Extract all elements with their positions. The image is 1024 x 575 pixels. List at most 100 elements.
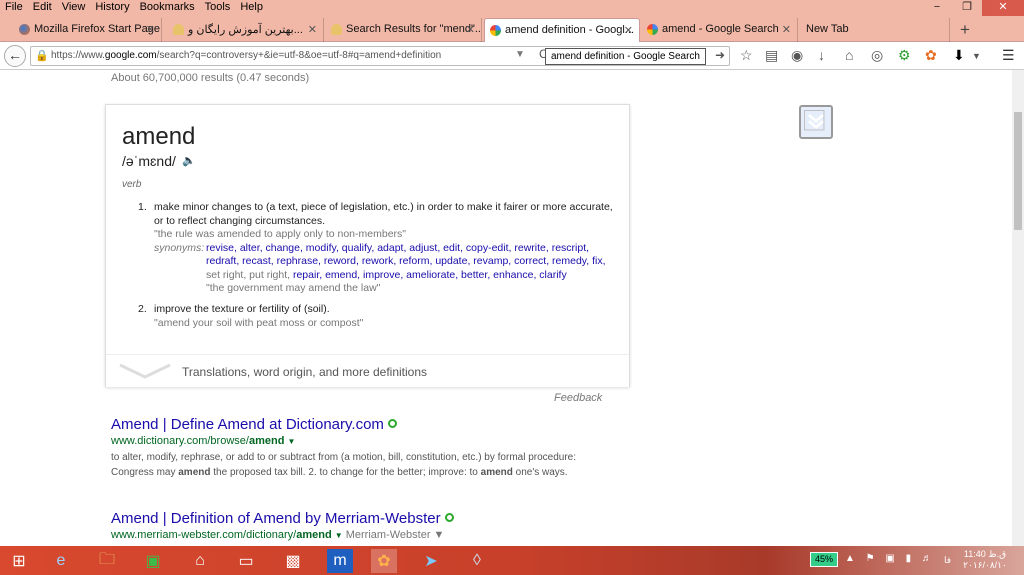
document-icon[interactable]: ▭ xyxy=(233,549,259,573)
result-url: www.merriam-webster.com/dictionary/amend… xyxy=(111,529,445,541)
back-button[interactable]: ← xyxy=(4,45,26,67)
tab-label: New Tab xyxy=(806,23,849,35)
home-icon[interactable]: ⌂ xyxy=(845,47,853,63)
dropdown-arrow-icon[interactable]: ▼ xyxy=(515,49,525,60)
close-icon[interactable]: ✕ xyxy=(308,23,317,36)
more-definitions-bar[interactable]: Translations, word origin, and more defi… xyxy=(106,354,629,387)
menu-view[interactable]: View xyxy=(57,0,91,16)
home-icon[interactable]: ⌂ xyxy=(187,549,213,573)
result-snippet: to alter, modify, rephrase, or add to or… xyxy=(111,452,577,478)
monitor-icon[interactable]: ▩ xyxy=(280,549,306,573)
result-title[interactable]: Amend | Definition of Amend by Merriam-W… xyxy=(111,510,454,527)
definition-example: "amend your soil with peat moss or compo… xyxy=(154,316,364,329)
telegram-icon[interactable]: ➤ xyxy=(418,549,444,573)
menu-help[interactable]: Help xyxy=(235,0,268,16)
tab-label: Mozilla Firefox Start Page xyxy=(34,23,160,35)
result-url: www.dictionary.com/browse/amend ▼ xyxy=(111,435,296,447)
synonyms-label: synonyms: xyxy=(154,241,205,254)
page-content: About 60,700,000 results (0.47 seconds) … xyxy=(0,70,1012,546)
tab-amend-search[interactable]: amend - Google Search ✕ xyxy=(642,18,798,42)
firefox-icon[interactable]: ✿ xyxy=(371,549,397,573)
verified-icon xyxy=(444,513,454,522)
chevron-down-icon[interactable] xyxy=(118,361,172,381)
windows-start-icon[interactable]: ⊞ xyxy=(6,549,32,573)
taskbar: ⊞ e 🗀 ▣ ⌂ ▭ ▩ m ✿ ➤ ◊ 45% ▲ ⚑ ▣ ▮ ♬ فا 1… xyxy=(0,546,1024,575)
tab-label: amend - Google Search xyxy=(662,23,779,35)
internet-explorer-icon[interactable]: e xyxy=(48,549,74,573)
menu-icon[interactable]: ☰ xyxy=(1002,47,1015,64)
definition-text: improve the texture or fertility of (soi… xyxy=(154,303,330,315)
result-stats: About 60,700,000 results (0.47 seconds) xyxy=(111,72,310,84)
menu-file[interactable]: File xyxy=(0,0,28,16)
tab-search-results[interactable]: Search Results for "mend"... ✕ xyxy=(326,18,482,42)
result-title[interactable]: Amend | Define Amend at Dictionary.com xyxy=(111,416,601,433)
synonyms-plain: set right, put right, xyxy=(206,268,291,281)
close-window-button[interactable]: ✕ xyxy=(982,0,1024,16)
definition-example: "the rule was amended to apply only to n… xyxy=(154,228,407,240)
window-controls: − ❐ ✕ xyxy=(922,0,1024,16)
go-arrow-icon[interactable]: ➜ xyxy=(715,48,725,62)
store-icon[interactable]: ▣ xyxy=(140,549,166,573)
minimize-button[interactable]: − xyxy=(922,0,952,16)
tab-persian-site[interactable]: بهترین آموزش رایگان و... ✕ xyxy=(168,18,324,42)
dictionary-card: amend /əˈmɛnd/ 🔈 verb 1. make minor chan… xyxy=(105,104,630,387)
download-arrow-icon[interactable]: ↓ xyxy=(818,47,825,63)
system-tray-icons[interactable]: ▲ ⚑ ▣ ▮ ♬ xyxy=(845,553,936,564)
menu-history[interactable]: History xyxy=(90,0,134,16)
tab-label: بهترین آموزش رایگان و... xyxy=(188,24,303,36)
app-icon[interactable]: ◊ xyxy=(464,549,490,573)
verified-icon xyxy=(387,419,397,428)
menu-edit[interactable]: Edit xyxy=(28,0,57,16)
download-icon[interactable]: ⬇ xyxy=(953,47,965,64)
star-icon[interactable]: ☆ xyxy=(740,47,753,64)
tab-strip: Mozilla Firefox Start Page ✕ بهترین آموز… xyxy=(0,16,1024,42)
chevron-down-icon[interactable]: ▼ xyxy=(972,51,981,61)
synonyms: synonyms: revise, alter, change, modify,… xyxy=(154,242,614,296)
lock-icon: 🔒 xyxy=(35,50,49,62)
new-tab-button[interactable]: + xyxy=(960,20,970,40)
synonyms-example: "the government may amend the law" xyxy=(206,282,381,294)
feedback-link[interactable]: Feedback xyxy=(554,392,602,404)
save-icon[interactable] xyxy=(799,105,833,139)
dictionary-word: amend xyxy=(122,123,196,150)
close-icon[interactable]: ✕ xyxy=(146,23,155,36)
file-explorer-icon[interactable]: 🗀 xyxy=(94,549,120,573)
menu-bar: File Edit View History Bookmarks Tools H… xyxy=(0,0,268,16)
google-icon xyxy=(647,24,658,35)
clock-time: 11:40 ق.ظ xyxy=(963,549,1007,559)
menu-bookmarks[interactable]: Bookmarks xyxy=(135,0,200,16)
tab-new-tab[interactable]: New Tab xyxy=(800,18,950,42)
firefox-icon[interactable]: ✿ xyxy=(925,47,937,64)
close-icon[interactable]: ✕ xyxy=(782,23,791,36)
pocket-icon[interactable]: ◉ xyxy=(791,47,803,64)
menu-tools[interactable]: Tools xyxy=(200,0,236,16)
tab-amend-definition[interactable]: amend definition - Googl... ✕ xyxy=(484,18,640,42)
part-of-speech: verb xyxy=(122,179,142,190)
addon-icon[interactable]: ⚙ xyxy=(898,47,911,64)
restore-button[interactable]: ❐ xyxy=(952,0,982,16)
chat-icon[interactable]: ◎ xyxy=(871,47,883,64)
cloud-icon xyxy=(331,24,342,35)
battery-indicator[interactable]: 45% xyxy=(810,552,838,567)
clock[interactable]: 11:40 ق.ظ ۲۰۱۶/۰۸/۱۰ xyxy=(960,549,1010,571)
language-indicator[interactable]: فا xyxy=(944,555,951,566)
speaker-icon[interactable]: 🔈 xyxy=(182,154,196,167)
dropdown-arrow-icon[interactable]: ▼ xyxy=(287,437,295,446)
search-result: Amend | Define Amend at Dictionary.com w… xyxy=(111,416,601,480)
reading-list-icon[interactable]: ▤ xyxy=(765,47,778,64)
result-source: Merriam-Webster ▼ xyxy=(345,529,445,541)
phonetic: /əˈmɛnd/ xyxy=(122,153,176,169)
tab-firefox-start[interactable]: Mozilla Firefox Start Page ✕ xyxy=(14,18,162,42)
more-definitions-link[interactable]: Translations, word origin, and more defi… xyxy=(182,365,427,379)
cloud-icon xyxy=(173,24,184,35)
close-icon[interactable]: ✕ xyxy=(466,23,475,36)
synonyms-links[interactable]: repair, emend, improve, ameliorate, bett… xyxy=(293,269,567,281)
url-text[interactable]: https://www.google.com/search?q=controve… xyxy=(51,50,441,61)
dropdown-arrow-icon[interactable]: ▼ xyxy=(335,531,343,540)
definition-number: 1. xyxy=(138,201,147,213)
scrollbar-thumb[interactable] xyxy=(1014,112,1022,230)
maxthon-icon[interactable]: m xyxy=(327,549,353,573)
tab-label: Search Results for "mend"... xyxy=(346,23,482,35)
close-icon[interactable]: ✕ xyxy=(624,24,633,37)
synonyms-links[interactable]: revise, alter, change, modify, qualify, … xyxy=(206,242,606,268)
